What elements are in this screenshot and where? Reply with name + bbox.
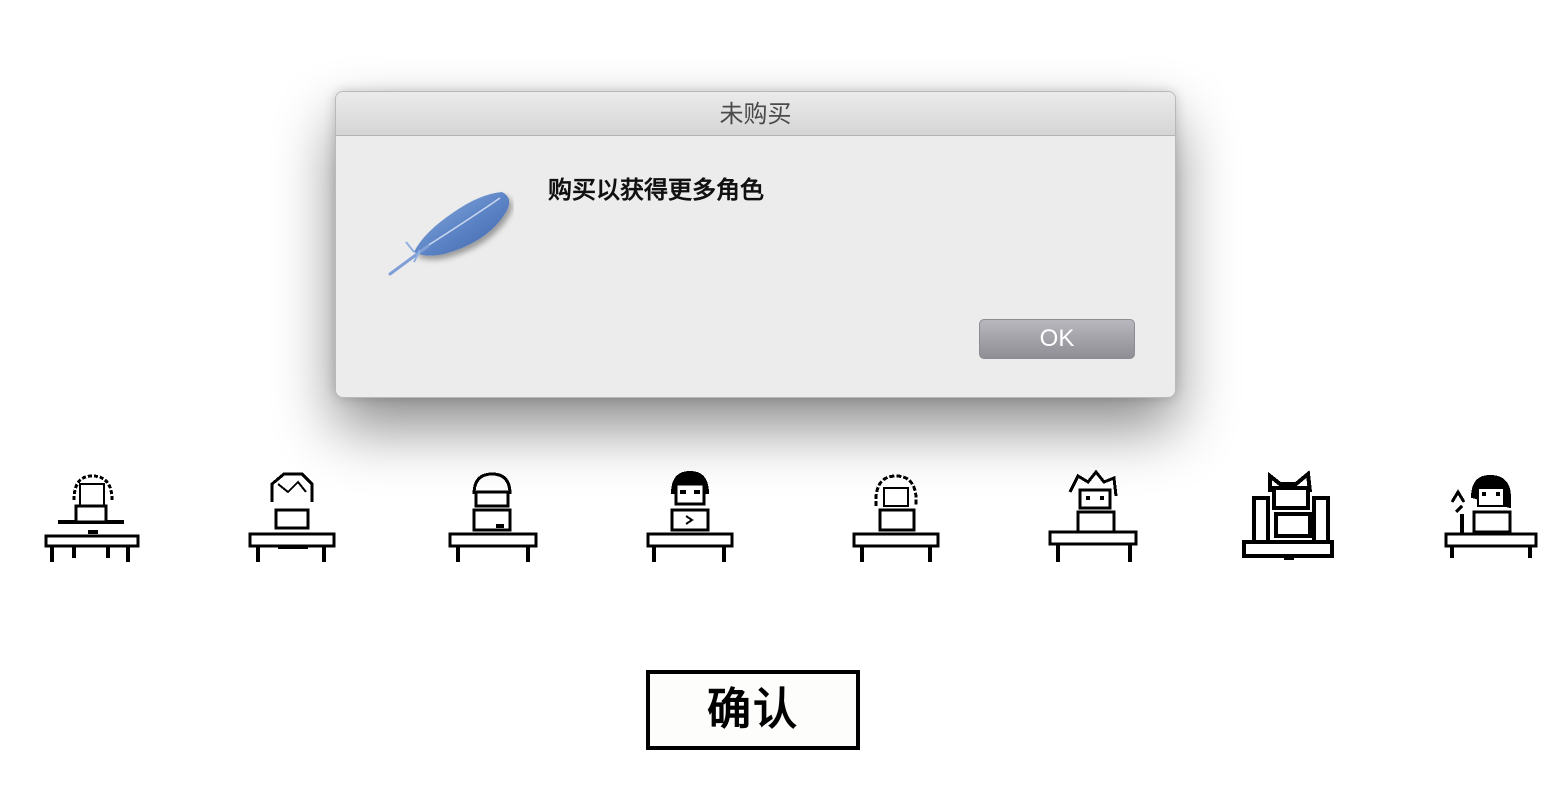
character-option-8[interactable] (1434, 462, 1544, 572)
pixel-character-icon (248, 472, 336, 562)
ok-button[interactable]: OK (979, 319, 1135, 359)
feather-icon (388, 192, 510, 276)
dialog-title: 未购买 (336, 92, 1175, 136)
character-option-3[interactable] (436, 462, 546, 572)
pixel-character-icon (1444, 474, 1538, 558)
character-option-4[interactable] (634, 462, 744, 572)
pixel-character-icon (1242, 470, 1334, 560)
not-purchased-alert-dialog: 未购买 购买以获得更多角色 OK (335, 91, 1176, 398)
character-option-6[interactable] (1038, 462, 1148, 572)
app-window: 确认 未购买 购买以获得更多角色 OK (0, 0, 1552, 808)
pixel-character-icon (448, 472, 538, 562)
pixel-character-icon (44, 474, 140, 562)
character-row (0, 462, 1552, 572)
character-option-1[interactable] (36, 462, 146, 572)
pixel-character-icon (646, 470, 734, 562)
character-option-2[interactable] (236, 462, 346, 572)
pixel-character-icon (1048, 469, 1138, 562)
confirm-button[interactable]: 确认 (646, 670, 860, 750)
pixel-character-icon (852, 474, 940, 562)
dialog-message: 购买以获得更多角色 (548, 176, 764, 204)
character-option-7[interactable] (1234, 462, 1344, 572)
character-option-5[interactable] (840, 462, 950, 572)
